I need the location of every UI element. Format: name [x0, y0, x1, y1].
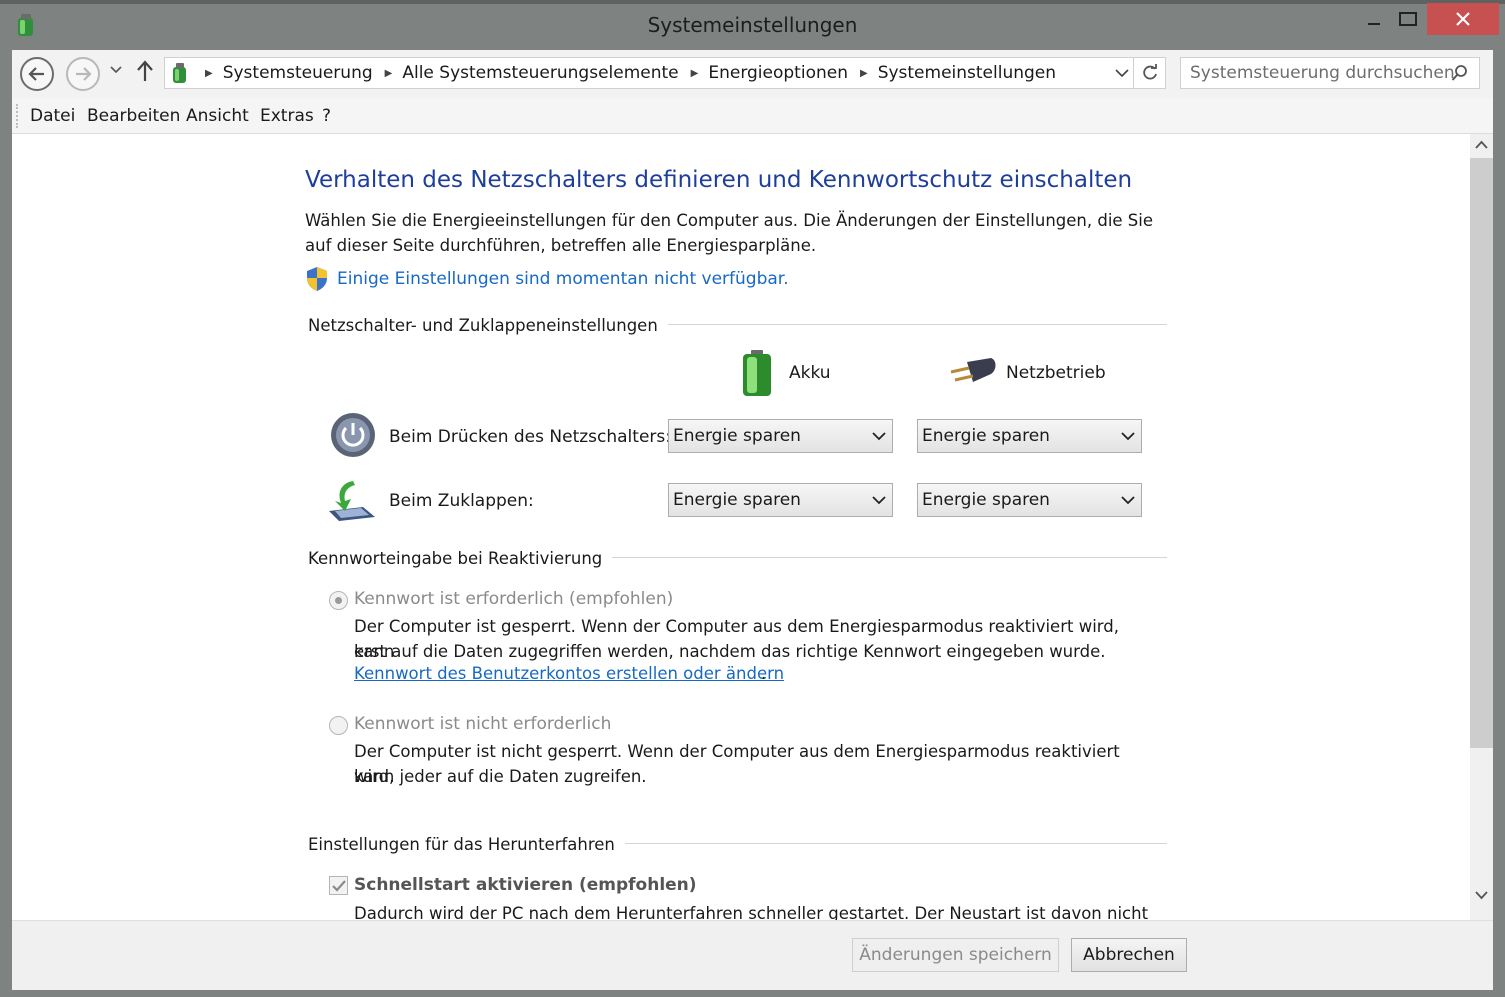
footer-bar: Änderungen speichern Abbrechen: [12, 920, 1493, 990]
checkmark-icon: [331, 879, 346, 892]
breadcrumb-item[interactable]: ▶ Systemeinstellungen: [848, 63, 1056, 83]
section-title-shutdown: Einstellungen für das Herunterfahren: [308, 835, 625, 854]
menu-file[interactable]: Datei: [30, 106, 75, 126]
breadcrumb-item[interactable]: ▶ Energieoptionen: [679, 63, 848, 83]
content-pane: Verhalten des Netzschalters definieren u…: [12, 134, 1470, 920]
arrow-left-icon: [28, 67, 44, 81]
window-title: Systemeinstellungen: [647, 13, 858, 37]
menu-tools[interactable]: Extras: [260, 106, 314, 126]
menu-bar: Datei Bearbeiten Ansicht Extras ?: [12, 98, 1493, 134]
breadcrumb-item[interactable]: ▶ Systemsteuerung: [193, 63, 373, 83]
menu-grip: [16, 104, 18, 128]
password-required-desc-2: erst auf die Daten zugegriffen werden, n…: [354, 642, 1106, 661]
menu-help[interactable]: ?: [322, 106, 331, 126]
power-plug-icon: [950, 358, 996, 382]
chevron-right-icon: ▶: [690, 67, 699, 79]
section-title-power: Netzschalter- und Zuklappeneinstellungen: [308, 316, 668, 335]
window: Systemeinstellungen ▶ Systemsteuerung ▶ Al: [0, 0, 1505, 997]
cancel-button[interactable]: Abbrechen: [1071, 938, 1187, 972]
row-label-lid: Beim Zuklappen:: [389, 491, 534, 511]
fast-startup-checkbox[interactable]: [329, 876, 348, 895]
link-suffix: .: [761, 664, 767, 683]
vertical-scrollbar[interactable]: [1470, 134, 1493, 920]
minimize-icon: [1368, 23, 1380, 25]
address-row: ▶ Systemsteuerung ▶ Alle Systemsteuerungse…: [12, 50, 1493, 98]
section-title-password: Kennworteingabe bei Reaktivierung: [308, 549, 613, 568]
scrollbar-thumb[interactable]: [1470, 158, 1493, 748]
menu-edit[interactable]: Bearbeiten: [87, 106, 180, 126]
search-placeholder: Systemsteuerung durchsuchen: [1190, 63, 1455, 83]
chevron-down-icon: [872, 496, 886, 505]
chevron-right-icon: ▶: [859, 67, 868, 79]
close-button[interactable]: [1427, 3, 1499, 35]
breadcrumb-item[interactable]: ▶ Alle Systemsteuerungselemente: [373, 63, 679, 83]
intro-text: Wählen Sie die Energieeinstellungen für …: [305, 211, 1154, 255]
column-header-battery: Akku: [789, 363, 831, 383]
unavailable-settings-link[interactable]: Einige Einstellungen sind momentan nicht…: [337, 269, 789, 289]
chevron-down-icon: [1121, 496, 1135, 505]
menu-view[interactable]: Ansicht: [186, 106, 249, 126]
uac-shield-icon: [307, 267, 327, 291]
scroll-up-icon[interactable]: [1475, 140, 1488, 150]
lid-plugged-select[interactable]: Energie sparen: [917, 483, 1142, 517]
refresh-icon: [1142, 64, 1157, 80]
chevron-down-icon[interactable]: [1115, 64, 1129, 82]
password-required-label: Kennwort ist erforderlich (empfohlen): [354, 589, 674, 609]
chevron-down-icon: [1121, 432, 1135, 441]
arrow-right-icon: [76, 67, 92, 81]
address-bar[interactable]: ▶ Systemsteuerung ▶ Alle Systemsteuerungse…: [164, 57, 1134, 89]
back-button[interactable]: [20, 57, 54, 91]
save-changes-button[interactable]: Änderungen speichern: [852, 938, 1059, 972]
lid-battery-select[interactable]: Energie sparen: [668, 483, 893, 517]
control-panel-icon: [173, 63, 186, 83]
maximize-icon: [1399, 12, 1417, 26]
fast-startup-desc: Dadurch wird der PC nach dem Herunterfah…: [354, 904, 1149, 920]
close-icon: [1456, 12, 1470, 26]
account-password-link[interactable]: Kennwort des Benutzerkontos erstellen od…: [354, 664, 784, 683]
chevron-right-icon: ▶: [384, 67, 393, 79]
search-icon[interactable]: [1451, 64, 1469, 82]
column-header-plugged: Netzbetrieb: [1006, 363, 1106, 383]
password-not-required-radio[interactable]: [329, 716, 348, 735]
power-button-plugged-select[interactable]: Energie sparen: [917, 419, 1142, 453]
fast-startup-label: Schnellstart aktivieren (empfohlen): [354, 875, 697, 895]
title-bar: Systemeinstellungen: [0, 0, 1505, 50]
battery-icon: [743, 350, 771, 396]
power-button-icon: [331, 413, 375, 457]
power-button-battery-select[interactable]: Energie sparen: [668, 419, 893, 453]
scroll-down-icon[interactable]: [1475, 890, 1488, 900]
laptop-lid-icon: [329, 481, 375, 521]
password-not-required-desc-2: kann jeder auf die Daten zugreifen.: [354, 767, 647, 786]
chevron-right-icon: ▶: [205, 67, 213, 79]
forward-button[interactable]: [66, 57, 100, 91]
password-required-radio[interactable]: [329, 591, 348, 610]
arrow-up-icon[interactable]: [136, 60, 154, 82]
password-not-required-label: Kennwort ist nicht erforderlich: [354, 714, 612, 734]
refresh-button[interactable]: [1134, 57, 1166, 89]
page-title: Verhalten des Netzschalters definieren u…: [305, 167, 1133, 193]
chevron-down-icon: [872, 432, 886, 441]
recent-pages-chevron-icon[interactable]: [110, 66, 122, 74]
maximize-button[interactable]: [1385, 3, 1431, 35]
row-label-power-button: Beim Drücken des Netzschalters:: [389, 427, 671, 447]
search-input[interactable]: Systemsteuerung durchsuchen: [1180, 57, 1480, 89]
